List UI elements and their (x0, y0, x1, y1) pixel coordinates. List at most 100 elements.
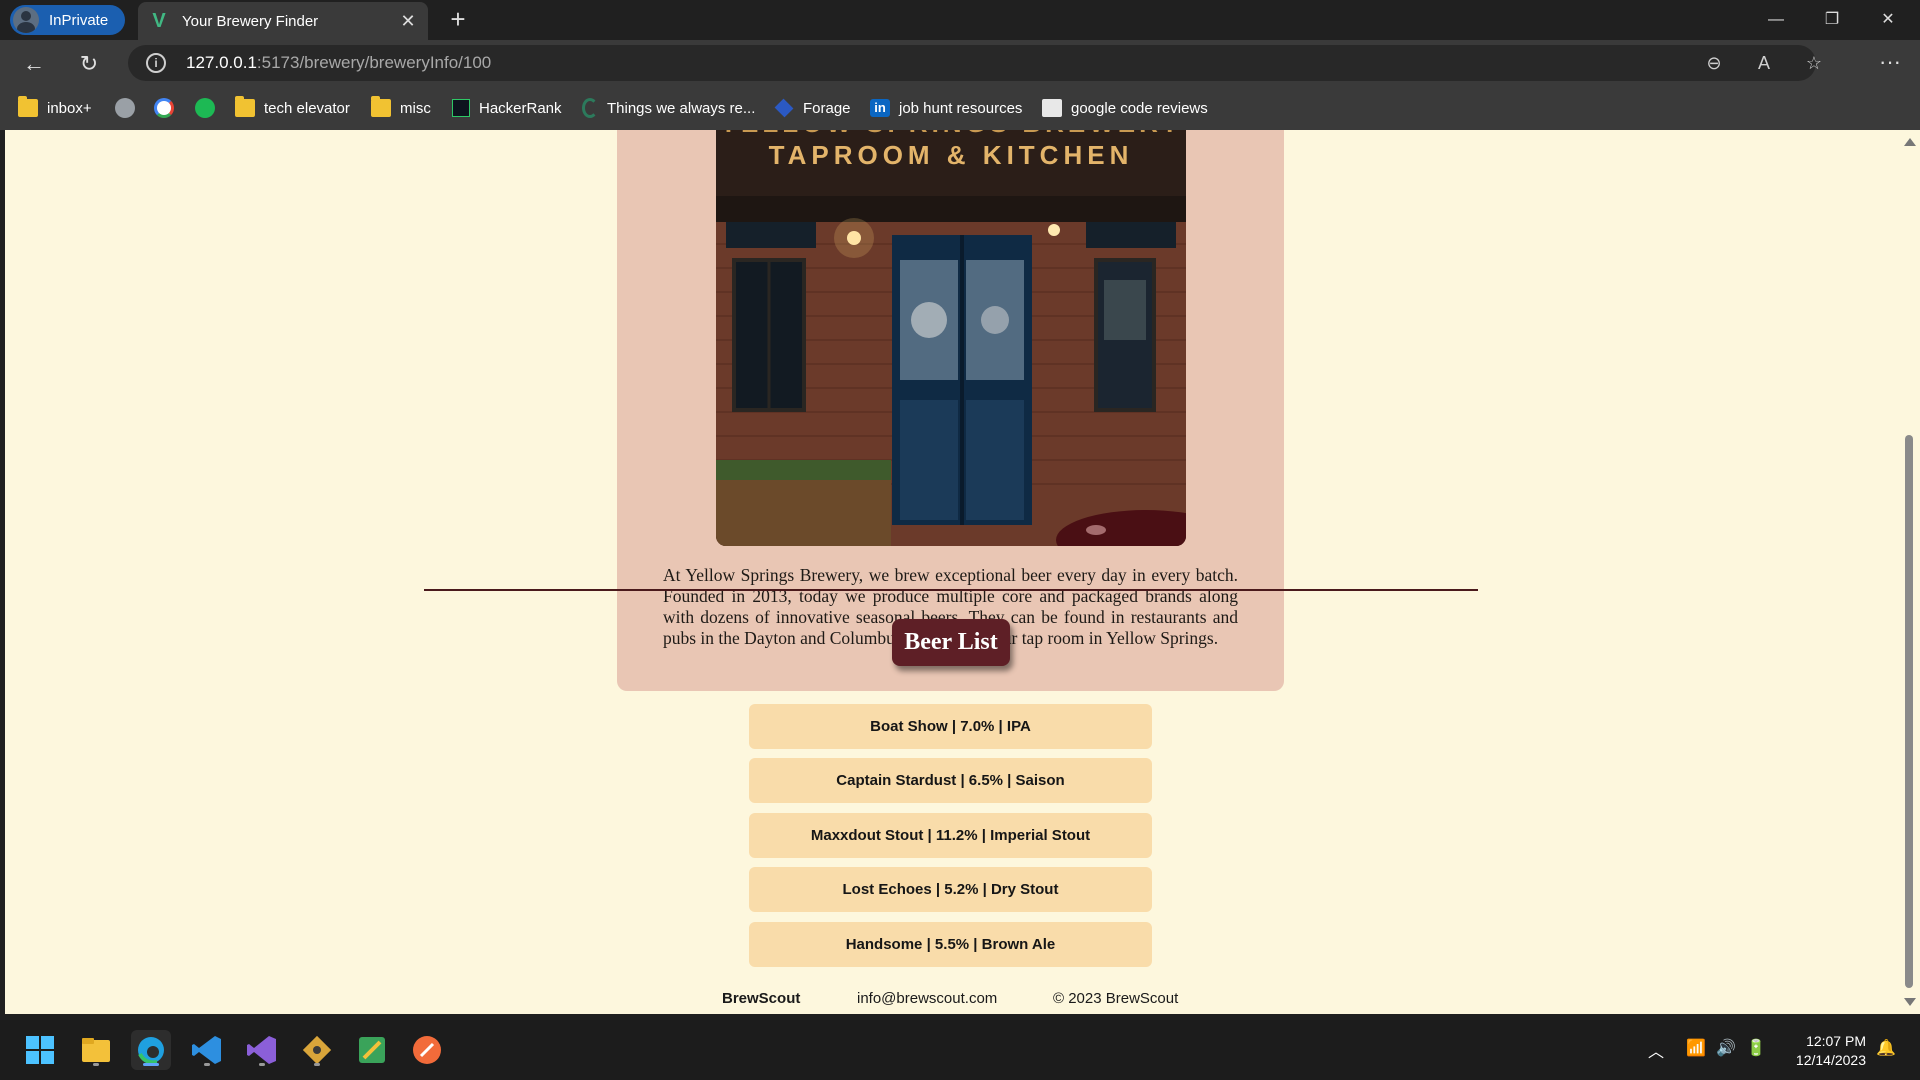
clock-date: 12/14/2023 (1795, 1052, 1866, 1068)
bookmark-label: google code reviews (1071, 99, 1208, 117)
postman-icon (413, 1036, 441, 1064)
reload-style-icon (582, 98, 598, 118)
beer-list-title: Beer List (892, 619, 1010, 666)
restore-button[interactable]: ❐ (1804, 0, 1860, 40)
bookmark-label: misc (400, 99, 431, 117)
url-host: 127.0.0.1 (186, 53, 257, 72)
more-menu-icon[interactable]: ··· (1874, 48, 1906, 80)
wifi-icon[interactable]: 📶 (1686, 1038, 1706, 1058)
zoom-icon[interactable]: ⊖ (1702, 52, 1726, 76)
new-tab-button[interactable]: + (444, 5, 472, 33)
notification-bell-icon[interactable]: 🔔 (1876, 1038, 1896, 1058)
address-url[interactable]: 127.0.0.1:5173/brewery/breweryInfo/100 (186, 53, 491, 73)
scroll-down-arrow-icon[interactable] (1904, 998, 1916, 1006)
vue-logo-icon: V (152, 9, 166, 32)
bookmark-hackerrank[interactable]: HackerRank (452, 96, 562, 120)
footer-copyright: © 2023 BrewScout (1053, 990, 1179, 1007)
bookmark-tech-elevator[interactable]: tech elevator (235, 96, 350, 120)
browser-titlebar: InPrivate V Your Brewery Finder ✕ + — ❐ … (0, 0, 1920, 40)
visual-studio-button[interactable] (242, 1030, 282, 1070)
section-divider (424, 589, 1478, 591)
bookmark-google[interactable] (154, 96, 183, 120)
bookmark-label: HackerRank (479, 99, 562, 117)
snipping-tool-button[interactable] (352, 1030, 392, 1070)
folder-icon (371, 96, 391, 117)
bookmark-label: tech elevator (264, 99, 350, 117)
inprivate-label: InPrivate (49, 11, 109, 29)
read-aloud-icon[interactable]: A (1752, 52, 1776, 76)
scrollbar-thumb[interactable] (1905, 435, 1913, 988)
spotify-icon (195, 98, 215, 118)
folder-icon (235, 96, 255, 117)
bookmark-label: Things we always re... (607, 99, 756, 117)
bookmark-inbox[interactable]: inbox+ (18, 96, 92, 120)
vscode-button[interactable] (187, 1030, 227, 1070)
system-clock[interactable]: 12:07 PM 12/14/2023 (1774, 1032, 1866, 1070)
page-scrollbar[interactable] (1900, 130, 1920, 1014)
bookmark-misc[interactable]: misc (371, 96, 431, 120)
bookmark-google-code-reviews[interactable]: google code reviews (1042, 96, 1208, 120)
chatgpt-icon (115, 98, 135, 118)
bookmark-spotify[interactable] (195, 96, 224, 120)
git-tool-button[interactable] (297, 1030, 337, 1070)
clock-time: 12:07 PM (1806, 1033, 1866, 1049)
url-path: :5173/brewery/breweryInfo/100 (256, 53, 492, 72)
start-button[interactable] (20, 1030, 60, 1070)
running-indicator (314, 1063, 320, 1066)
sign-line-2: TAPROOM & KITCHEN (769, 140, 1134, 170)
beer-list-item[interactable]: Captain Stardust | 6.5% | Saison (749, 758, 1152, 803)
file-explorer-button[interactable] (76, 1030, 116, 1070)
bookmark-forage[interactable]: Forage (774, 96, 851, 120)
bookmark-job-hunt[interactable]: in job hunt resources (870, 96, 1022, 120)
snipping-tool-icon (359, 1037, 385, 1063)
bookmark-label: inbox+ (47, 99, 92, 117)
folder-icon (18, 96, 38, 117)
beer-list-item[interactable]: Handsome | 5.5% | Brown Ale (749, 922, 1152, 967)
bookmark-label: Forage (803, 99, 851, 117)
profile-avatar-icon (13, 7, 39, 33)
battery-icon[interactable]: 🔋 (1746, 1038, 1766, 1058)
tab-close-icon[interactable]: ✕ (396, 9, 420, 33)
bookmark-things[interactable]: Things we always re... (582, 96, 755, 120)
sign-line-1: YELLOW SPRINGS BREWERY (720, 130, 1183, 138)
beer-list-item[interactable]: Lost Echoes | 5.2% | Dry Stout (749, 867, 1152, 912)
beer-list-item[interactable]: Maxxdout Stout | 11.2% | Imperial Stout (749, 813, 1152, 858)
minimize-button[interactable]: — (1748, 0, 1804, 40)
tab-your-brewery-finder[interactable]: V Your Brewery Finder ✕ (138, 2, 428, 40)
footer-email[interactable]: info@brewscout.com (857, 990, 997, 1007)
tab-title: Your Brewery Finder (182, 12, 319, 30)
bookmarks-bar: inbox+ tech elevator misc HackerRank Thi… (0, 86, 1920, 130)
scroll-up-arrow-icon[interactable] (1904, 138, 1916, 146)
favorite-star-icon[interactable]: ☆ (1802, 52, 1826, 76)
active-indicator (143, 1063, 159, 1066)
brewery-photo: YELLOW SPRINGS BREWERY TAPROOM & KITCHEN (716, 130, 1186, 546)
hackerrank-icon (452, 99, 470, 117)
show-hidden-icons-chevron-icon[interactable]: ︿ (1648, 1038, 1664, 1062)
running-indicator (204, 1063, 210, 1066)
windows-logo-icon (26, 1036, 54, 1064)
postman-button[interactable] (407, 1030, 447, 1070)
google-icon (154, 98, 174, 118)
back-button[interactable]: ← (18, 48, 50, 80)
volume-icon[interactable]: 🔊 (1716, 1038, 1736, 1058)
bookmark-label: job hunt resources (899, 99, 1023, 117)
brewery-card: YELLOW SPRINGS BREWERY TAPROOM & KITCHEN (617, 130, 1284, 691)
site-info-icon[interactable]: i (146, 53, 166, 73)
address-bar[interactable]: i 127.0.0.1:5173/brewery/breweryInfo/100… (128, 45, 1822, 81)
bookmark-chatgpt[interactable] (115, 96, 144, 120)
edge-browser-button[interactable] (131, 1030, 171, 1070)
beer-list-item[interactable]: Boat Show | 7.0% | IPA (749, 704, 1152, 749)
document-icon (1042, 99, 1062, 117)
inprivate-badge[interactable]: InPrivate (10, 5, 125, 35)
close-window-button[interactable]: ✕ (1860, 0, 1916, 40)
forage-icon (774, 98, 794, 118)
windows-taskbar: ︿ 📶 🔊 🔋 12:07 PM 12/14/2023 🔔 (0, 1020, 1920, 1080)
brewery-storefront-image: YELLOW SPRINGS BREWERY TAPROOM & KITCHEN (716, 130, 1186, 546)
footer-brand: BrewScout (722, 990, 801, 1007)
refresh-button[interactable]: ↻ (73, 48, 105, 80)
running-indicator (259, 1063, 265, 1066)
browser-toolbar: ← ↻ i 127.0.0.1:5173/brewery/breweryInfo… (0, 40, 1920, 86)
running-indicator (93, 1063, 99, 1066)
page-viewport: YELLOW SPRINGS BREWERY TAPROOM & KITCHEN (5, 130, 1900, 1014)
linkedin-icon: in (870, 99, 890, 117)
